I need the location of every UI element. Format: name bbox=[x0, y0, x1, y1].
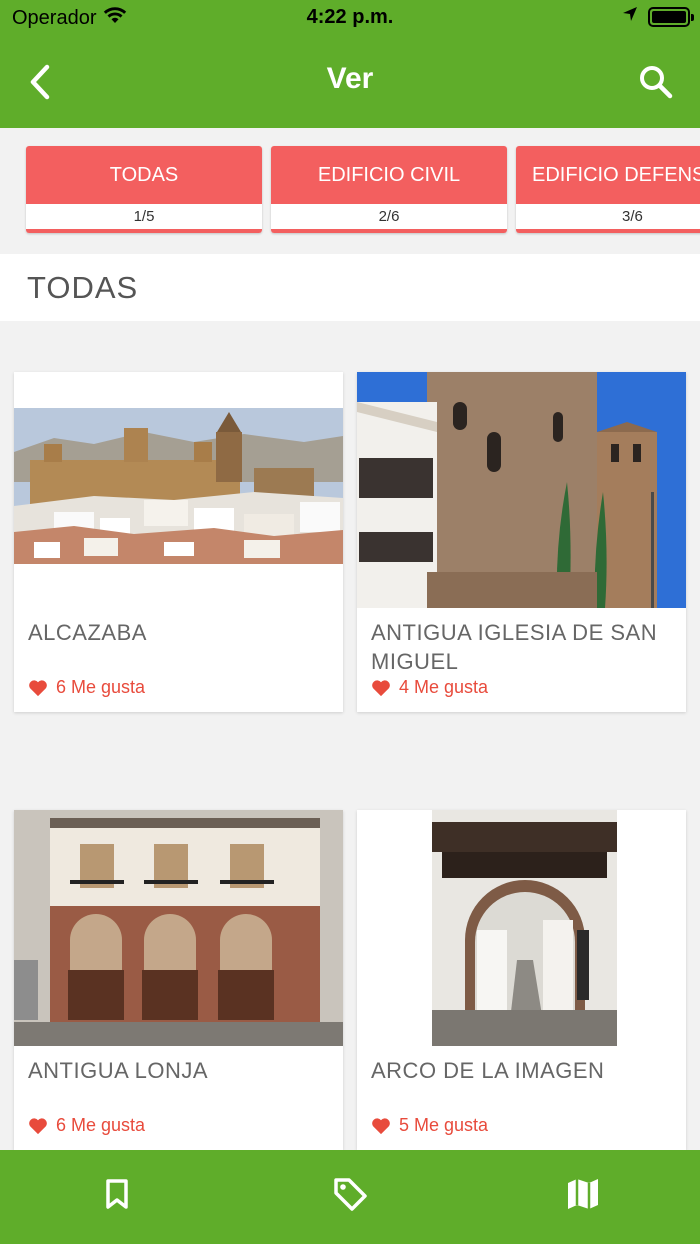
likes-row[interactable]: 6 Me gusta bbox=[28, 677, 145, 698]
map-button[interactable] bbox=[561, 1172, 605, 1216]
heart-icon bbox=[29, 679, 47, 696]
tab-todas[interactable]: TODAS 1/5 bbox=[26, 146, 262, 233]
bottom-navbar bbox=[0, 1150, 700, 1244]
monument-title: ARCO DE LA IMAGEN bbox=[371, 1058, 605, 1083]
monument-title: ANTIGUA LONJA bbox=[28, 1058, 209, 1083]
tab-edificio-defensivo[interactable]: EDIFICIO DEFENSIVO 3/6 bbox=[516, 146, 700, 233]
likes-count: 5 Me gusta bbox=[399, 1115, 489, 1135]
likes-count: 6 Me gusta bbox=[56, 677, 146, 697]
likes-row[interactable]: 6 Me gusta bbox=[28, 1115, 145, 1136]
section-title: TODAS bbox=[27, 270, 139, 305]
heart-icon bbox=[372, 679, 390, 696]
tag-icon bbox=[334, 1178, 367, 1211]
search-icon bbox=[640, 66, 673, 99]
monument-photo bbox=[14, 810, 343, 1046]
location-arrow-icon bbox=[622, 6, 638, 27]
tab-count: 1/5 bbox=[133, 208, 155, 225]
map-icon bbox=[568, 1179, 598, 1209]
battery-icon bbox=[648, 6, 694, 27]
top-navbar: Ver bbox=[0, 36, 700, 128]
tags-button[interactable] bbox=[328, 1172, 372, 1216]
monument-card-arco-de-la-imagen[interactable]: ARCO DE LA IMAGEN 5 Me gusta bbox=[357, 810, 686, 1150]
tab-underline bbox=[26, 229, 262, 233]
search-button[interactable] bbox=[634, 60, 678, 104]
heart-icon bbox=[29, 1117, 47, 1134]
likes-row[interactable]: 5 Me gusta bbox=[371, 1115, 488, 1136]
tab-count: 3/6 bbox=[622, 208, 643, 225]
monument-photo bbox=[14, 372, 343, 608]
monument-title: ALCAZABA bbox=[28, 620, 147, 645]
tab-label: EDIFICIO CIVIL bbox=[271, 146, 507, 204]
likes-count: 4 Me gusta bbox=[399, 677, 489, 697]
monument-photo bbox=[357, 372, 686, 608]
monument-card-antigua-iglesia[interactable]: ANTIGUA IGLESIA DE SAN MIGUEL 4 Me gusta bbox=[357, 372, 686, 712]
tab-label: EDIFICIO DEFENSIVO bbox=[516, 146, 700, 204]
status-time: 4:22 p.m. bbox=[306, 6, 394, 28]
tab-label: TODAS bbox=[26, 146, 262, 204]
monument-card-alcazaba[interactable]: ALCAZABA 6 Me gusta bbox=[14, 372, 343, 712]
status-bar: Operador 4:22 p.m. bbox=[0, 0, 700, 36]
monument-title: ANTIGUA IGLESIA DE SAN MIGUEL bbox=[371, 620, 658, 674]
tab-underline bbox=[271, 229, 507, 233]
bookmarks-button[interactable] bbox=[95, 1172, 139, 1216]
page-title: Ver bbox=[326, 62, 374, 95]
tab-underline bbox=[516, 229, 700, 233]
section-header: TODAS bbox=[0, 254, 700, 321]
monument-photo bbox=[357, 810, 686, 1046]
likes-row[interactable]: 4 Me gusta bbox=[371, 677, 488, 698]
category-tabs: TODAS 1/5 EDIFICIO CIVIL 2/6 EDIFICIO DE… bbox=[0, 128, 700, 254]
likes-count: 6 Me gusta bbox=[56, 1115, 146, 1135]
bookmark-icon bbox=[106, 1179, 128, 1209]
tab-count: 2/6 bbox=[378, 208, 400, 225]
monument-card-antigua-lonja[interactable]: ANTIGUA LONJA 6 Me gusta bbox=[14, 810, 343, 1150]
tab-edificio-civil[interactable]: EDIFICIO CIVIL 2/6 bbox=[271, 146, 507, 233]
heart-icon bbox=[372, 1117, 390, 1134]
